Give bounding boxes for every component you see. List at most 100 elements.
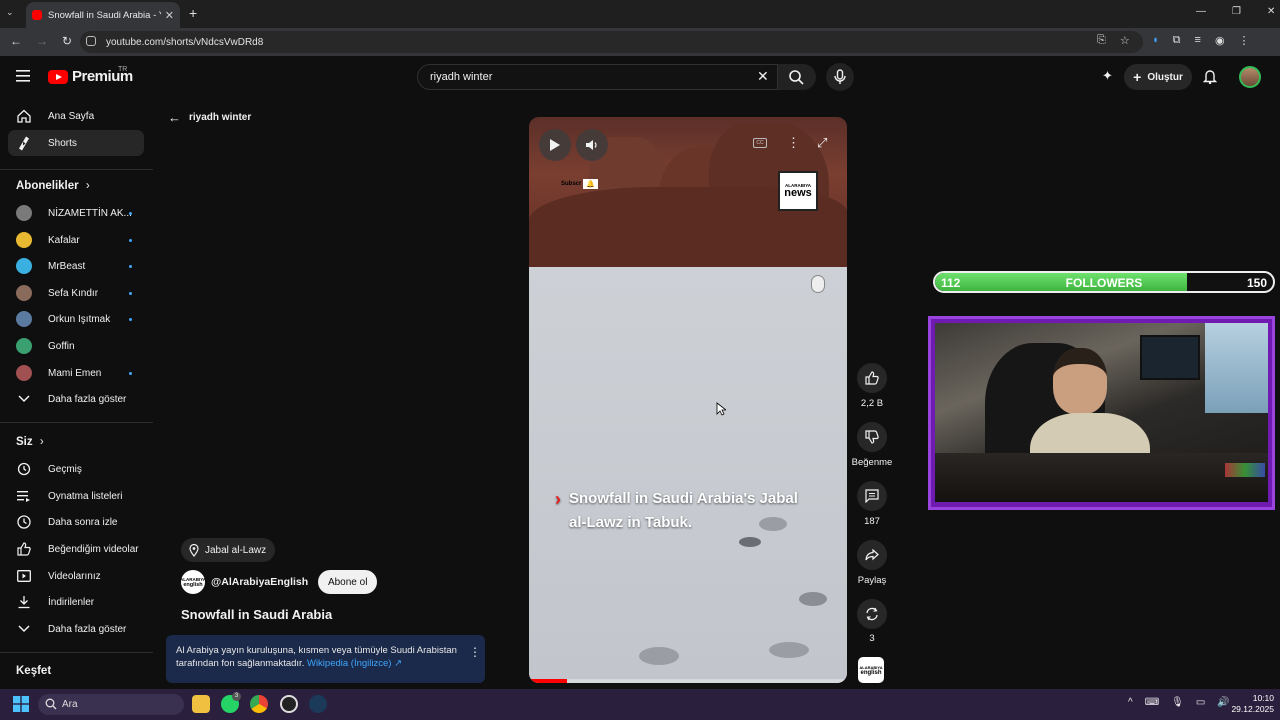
ai-sparkle-icon[interactable]: ✦: [1102, 68, 1113, 84]
volume-button[interactable]: [576, 129, 608, 161]
obs-icon[interactable]: [280, 695, 298, 713]
media-icon[interactable]: ≡: [1195, 34, 1201, 47]
subscribe-button[interactable]: Abone ol: [318, 570, 378, 594]
taskbar-search[interactable]: Ara: [38, 694, 184, 715]
sidebar-channel[interactable]: NİZAMETTİN AK...: [8, 200, 144, 226]
mic-tray-icon[interactable]: 🎙: [1171, 697, 1184, 708]
sidebar-channel[interactable]: Sefa Kındır: [8, 280, 144, 306]
windows-start-icon[interactable]: [13, 696, 29, 712]
footprints: [739, 537, 761, 547]
wikipedia-link[interactable]: Wikipedia (İngilizce) ↗: [307, 658, 402, 669]
sidebar-label: Daha sonra izle: [48, 516, 118, 528]
channel-logo[interactable]: ALARABIYA english: [180, 570, 206, 594]
file-explorer-icon[interactable]: [192, 695, 210, 713]
thumb-line2: english: [860, 669, 882, 676]
chevron-right-icon: ›: [555, 489, 561, 509]
sidebar-item-history[interactable]: Geçmiş: [8, 456, 144, 482]
channel-avatar: [16, 338, 32, 354]
webcam-feed: [935, 323, 1268, 502]
chevron-down-icon: [16, 391, 32, 407]
sidebar-label: Daha fazla göster: [48, 393, 127, 405]
comments-button[interactable]: [857, 481, 887, 511]
sidebar-item-home[interactable]: Ana Sayfa: [8, 103, 144, 129]
sidebar-channel[interactable]: Orkun Işıtmak: [8, 306, 144, 332]
share-button[interactable]: [857, 540, 887, 570]
sidebar-item-shorts[interactable]: Shorts: [8, 130, 144, 156]
comment-icon: [865, 489, 879, 503]
shorts-video-player[interactable]: CC ⋮ ⤢ Subscr 🔔 ALARABIYA news › Snowfal…: [529, 117, 847, 683]
voice-search-button[interactable]: [826, 63, 854, 91]
search-value: riyadh winter: [430, 71, 493, 83]
keyboard-lights: [1225, 463, 1265, 477]
notifications-bell-icon[interactable]: [1203, 68, 1217, 84]
network-icon[interactable]: ▭: [1196, 697, 1205, 708]
tab-list-button[interactable]: ⌄: [6, 7, 14, 18]
funding-info-panel: Al Arabiya yayın kuruluşuna, kısmen veya…: [166, 635, 485, 683]
subscriptions-heading[interactable]: Abonelikler ›: [16, 180, 90, 192]
language-icon[interactable]: ⌨: [1145, 697, 1159, 708]
close-tab-icon[interactable]: ✕: [165, 9, 174, 22]
sidebar-divider: [0, 169, 153, 170]
chrome-icon[interactable]: [250, 695, 268, 713]
show-more-you[interactable]: Daha fazla göster: [8, 616, 144, 642]
dislike-button[interactable]: [857, 422, 887, 452]
install-icon[interactable]: ⎘: [1097, 34, 1106, 47]
account-avatar[interactable]: [1239, 66, 1261, 88]
sidebar-item-your-videos[interactable]: Videolarınız: [8, 563, 144, 589]
sidebar-channel[interactable]: Goffin: [8, 333, 144, 359]
minimize-icon[interactable]: —: [1196, 6, 1206, 17]
new-tab-button[interactable]: +: [189, 5, 197, 21]
tray-icons: ^ ⌨ 🎙 ▭ 🔊: [1128, 697, 1230, 708]
fullscreen-icon[interactable]: ⤢: [817, 135, 827, 151]
create-button[interactable]: + Oluştur: [1124, 64, 1192, 90]
play-button[interactable]: [539, 129, 571, 161]
back-icon[interactable]: ←: [10, 34, 22, 48]
taskbar-clock[interactable]: 10:10 29.12.2025: [1222, 693, 1274, 715]
channel-thumbnail[interactable]: ALARABIYA english: [858, 657, 884, 683]
monitor: [1140, 335, 1200, 380]
steam-icon[interactable]: [309, 695, 327, 713]
location-chip[interactable]: Jabal al-Lawz: [181, 538, 275, 562]
you-heading[interactable]: Siz ›: [16, 436, 44, 448]
sidebar-item-playlists[interactable]: Oynatma listeleri: [8, 483, 144, 509]
your-videos-icon: [16, 568, 32, 584]
sidebar-channel[interactable]: MrBeast: [8, 253, 144, 279]
sidebar-item-liked-videos[interactable]: Beğendiğim videolar: [8, 536, 144, 562]
like-button[interactable]: [857, 363, 887, 393]
reload-icon[interactable]: ↻: [62, 34, 72, 48]
close-window-icon[interactable]: ✕: [1267, 6, 1275, 17]
bookmark-star-icon[interactable]: ☆: [1120, 34, 1130, 47]
extension-icon[interactable]: ◖: [1152, 34, 1159, 47]
menu-icon[interactable]: ⋮: [1239, 34, 1250, 47]
more-options-icon[interactable]: ⋮: [787, 135, 800, 151]
show-more-subscriptions[interactable]: Daha fazla göster: [8, 386, 144, 412]
hamburger-menu-icon[interactable]: [16, 70, 30, 82]
country-code: TR: [118, 66, 128, 73]
back-to-search[interactable]: ← riyadh winter: [168, 110, 251, 125]
forward-icon[interactable]: →: [36, 34, 48, 48]
remix-button[interactable]: [857, 599, 887, 629]
clear-search-icon[interactable]: ✕: [757, 68, 769, 85]
sidebar-channel[interactable]: Mami Emen: [8, 360, 144, 386]
search-icon: [45, 698, 57, 710]
thumbs-down-icon: [865, 430, 879, 444]
tray-chevron-icon[interactable]: ^: [1128, 697, 1133, 708]
channel-handle[interactable]: @AlArabiyaEnglish: [211, 576, 308, 588]
search-button[interactable]: [778, 64, 816, 90]
restore-icon[interactable]: ❐: [1232, 6, 1241, 17]
address-bar[interactable]: youtube.com/shorts/vNdcsVwDRd8: [80, 31, 1143, 53]
profile-icon[interactable]: ◉: [1215, 34, 1225, 47]
sidebar-item-downloads[interactable]: İndirilenler: [8, 589, 144, 615]
url-text: youtube.com/shorts/vNdcsVwDRd8: [106, 36, 264, 48]
info-more-icon[interactable]: ⋮: [469, 645, 481, 659]
search-input[interactable]: riyadh winter: [417, 64, 778, 90]
captions-icon[interactable]: CC: [753, 138, 767, 148]
site-info-icon[interactable]: [86, 36, 96, 46]
search-icon: [789, 70, 804, 85]
puzzle-icon[interactable]: ⧉: [1173, 34, 1181, 47]
browser-tab[interactable]: Snowfall in Saudi Arabia - Y ✕: [26, 2, 180, 28]
history-icon: [16, 461, 32, 477]
sidebar-channel[interactable]: Kafalar: [8, 227, 144, 253]
video-progress-track[interactable]: [529, 679, 847, 683]
sidebar-item-watch-later[interactable]: Daha sonra izle: [8, 509, 144, 535]
